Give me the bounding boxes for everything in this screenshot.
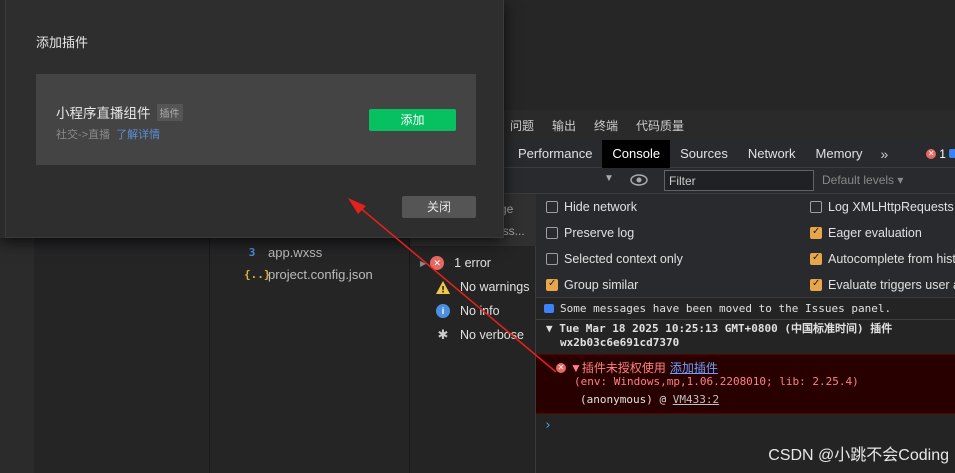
setting-hide-network[interactable]: Hide network: [546, 200, 637, 214]
setting-preserve-log[interactable]: Preserve log: [546, 226, 634, 240]
error-trace: (anonymous) @ VM433:2: [580, 393, 719, 406]
sidebar-item-label: 1 error: [454, 256, 491, 270]
error-icon: ✕: [556, 362, 566, 373]
error-line: ✕ ▼插件未授权使用 添加插件: [556, 359, 718, 376]
json-file-icon: {..}: [244, 267, 271, 281]
error-icon: ✕: [926, 148, 937, 159]
message-icon: [948, 149, 955, 158]
setting-label: Preserve log: [564, 226, 635, 240]
checkbox[interactable]: [546, 253, 558, 265]
setting-label: Eager evaluation: [828, 226, 922, 240]
error-env-text: (env: Windows,mp,1.06.2208010; lib: 2.25…: [574, 375, 859, 388]
error-count-badge[interactable]: ✕ 1: [926, 147, 955, 161]
sidebar-item-label: No verbose: [460, 328, 524, 342]
file-tree: 3 app.wxss {..} project.config.json: [210, 238, 410, 473]
group-header-line: wx2b03c6e691cd7370: [560, 336, 680, 349]
sidebar-item-warnings[interactable]: ! No warnings: [436, 280, 529, 294]
error-text[interactable]: ▼插件未授权使用: [570, 359, 666, 376]
setting-selected-context[interactable]: Selected context only: [546, 252, 683, 266]
info-icon: i: [436, 304, 450, 318]
console-error-message: ✕ ▼插件未授权使用 添加插件 (env: Windows,mp,1.06.22…: [536, 354, 955, 414]
tab-problems[interactable]: 问题: [510, 117, 534, 134]
console-settings: Hide network Log XMLHttpRequests Preserv…: [536, 194, 955, 298]
plugin-category-text: 社交->直播: [56, 129, 111, 141]
sidebar-item-label: No info: [460, 304, 500, 318]
setting-label: Selected context only: [564, 252, 683, 266]
message-icon: [544, 304, 554, 313]
tab-performance[interactable]: Performance: [508, 140, 602, 168]
file-item-project-config[interactable]: {..} project.config.json: [244, 263, 373, 285]
checkbox[interactable]: [810, 201, 822, 213]
checkbox[interactable]: [546, 227, 558, 239]
warning-icon: !: [436, 280, 450, 294]
file-item-app-wxss[interactable]: 3 app.wxss: [244, 241, 323, 263]
tab-code-quality[interactable]: 代码质量: [636, 117, 684, 134]
console-message-moved: Some messages have been moved to the Iss…: [536, 298, 955, 320]
file-name: project.config.json: [268, 266, 373, 282]
add-plugin-link[interactable]: 添加插件: [670, 359, 718, 376]
dialog-title: 添加插件: [36, 35, 89, 50]
setting-label: Autocomplete from histo: [828, 252, 955, 266]
filter-input[interactable]: [664, 170, 814, 191]
default-levels-dropdown[interactable]: Default levels ▾: [822, 173, 903, 187]
learn-more-link[interactable]: 了解详情: [116, 126, 160, 142]
live-expression-eye-icon[interactable]: [630, 172, 648, 188]
close-button[interactable]: 关闭: [402, 196, 476, 218]
sidebar-item-errors[interactable]: ▶ ✕ 1 error: [420, 256, 491, 270]
add-button[interactable]: 添加: [369, 109, 456, 131]
watermark: CSDN @小跳不会Coding: [768, 447, 949, 464]
tab-sources[interactable]: Sources: [670, 140, 738, 168]
checkbox[interactable]: [546, 201, 558, 213]
setting-label: Log XMLHttpRequests: [828, 200, 954, 214]
svg-text:!: !: [441, 285, 445, 294]
group-header-line: ▼ Tue Mar 18 2025 10:25:13 GMT+0800 (中国标…: [546, 322, 893, 335]
sidebar-item-info[interactable]: i No info: [436, 304, 500, 318]
setting-label: Evaluate triggers user ac: [828, 278, 955, 292]
setting-eager-evaluation[interactable]: Eager evaluation: [810, 226, 922, 240]
context-dropdown-icon[interactable]: ▼: [604, 173, 614, 184]
plugin-name-text: 小程序直播组件: [56, 106, 151, 121]
plugin-tag: 插件: [156, 103, 183, 121]
sidebar-item-label: No warnings: [460, 280, 530, 294]
error-icon: ✕: [430, 256, 445, 270]
plugin-name: 小程序直播组件 插件: [56, 102, 183, 122]
setting-log-xhr[interactable]: Log XMLHttpRequests: [810, 200, 954, 214]
setting-group-similar[interactable]: Group similar: [546, 278, 638, 292]
console-group-header[interactable]: ▼ Tue Mar 18 2025 10:25:13 GMT+0800 (中国标…: [536, 322, 955, 354]
message-text: Some messages have been moved to the Iss…: [560, 302, 892, 315]
checkbox[interactable]: [810, 252, 822, 265]
setting-label: Hide network: [564, 200, 637, 214]
trace-prefix: (anonymous) @: [580, 393, 673, 406]
setting-evaluate-triggers[interactable]: Evaluate triggers user ac: [810, 278, 955, 292]
setting-autocomplete[interactable]: Autocomplete from histo: [810, 252, 955, 266]
add-plugin-dialog: 添加插件 小程序直播组件 插件 社交->直播 了解详情 添加 关闭: [5, 0, 504, 238]
tab-terminal[interactable]: 终端: [594, 117, 618, 134]
tab-memory[interactable]: Memory: [806, 140, 873, 168]
plugin-card: 小程序直播组件 插件 社交->直播 了解详情 添加: [36, 74, 476, 165]
css-file-icon: 3: [248, 245, 256, 259]
checkbox[interactable]: [810, 278, 822, 291]
tab-console[interactable]: Console: [602, 139, 671, 168]
verbose-icon: ✱: [437, 327, 449, 342]
more-tabs-icon[interactable]: »: [872, 146, 896, 162]
checkbox[interactable]: [546, 278, 558, 291]
plugin-category: 社交->直播 了解详情: [56, 126, 160, 142]
setting-label: Group similar: [564, 278, 639, 292]
tab-output[interactable]: 输出: [552, 117, 576, 134]
expand-arrow-icon: ▶: [420, 258, 427, 268]
checkbox[interactable]: [810, 226, 822, 239]
trace-source-link[interactable]: VM433:2: [673, 393, 719, 406]
error-count: 1: [939, 146, 946, 161]
console-prompt[interactable]: ›: [544, 418, 552, 433]
file-name: app.wxss: [268, 244, 323, 260]
tab-network[interactable]: Network: [738, 140, 806, 168]
sidebar-item-verbose[interactable]: ✱ No verbose: [436, 327, 524, 342]
ide-side-panel: [34, 238, 210, 473]
